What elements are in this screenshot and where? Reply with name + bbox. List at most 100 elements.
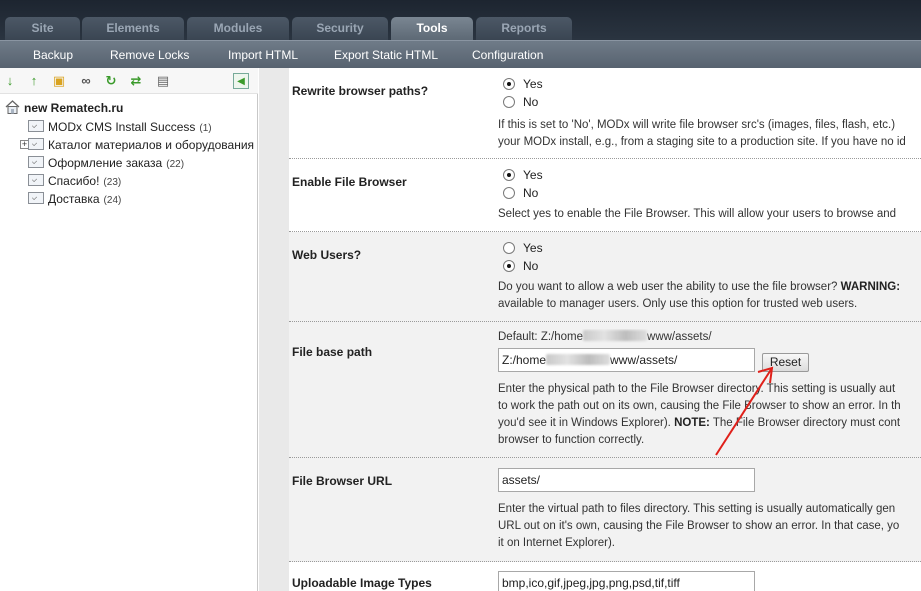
tab-reports[interactable]: Reports xyxy=(476,17,572,40)
tab-site[interactable]: Site xyxy=(5,17,80,40)
expand-tree-icon[interactable]: ↓ xyxy=(2,73,18,89)
setting-file-base-path: File base path Default: Z:/home www/asset… xyxy=(289,322,921,458)
tree-item-id: (22) xyxy=(166,159,185,170)
purge-icon[interactable]: ▤ xyxy=(155,73,171,89)
reset-button[interactable]: Reset xyxy=(762,353,809,372)
default-path-prefix: Default: Z:/home xyxy=(498,331,584,343)
tab-modules[interactable]: Modules xyxy=(187,17,289,40)
description-text: you'd see it in Windows Explorer). xyxy=(498,417,671,429)
setting-description: available to manager users. Only use thi… xyxy=(498,298,858,310)
setting-description: URL out on it's own, causing the File Br… xyxy=(498,520,900,532)
tab-tools[interactable]: Tools xyxy=(391,17,473,40)
tree-item-label: Каталог материалов и оборудования xyxy=(48,138,255,152)
redacted-blur xyxy=(546,354,611,365)
radio-webusers-no[interactable]: No xyxy=(503,258,538,274)
redacted-blur xyxy=(583,330,648,341)
site-tree-panel: ↓ ↑ ▣ ∞ ↻ ⇄ ▤ ◀ new Rematech.ru MODx CMS… xyxy=(0,68,258,591)
tree-root[interactable]: new Rematech.ru xyxy=(5,100,123,116)
setting-label: Enable File Browser xyxy=(292,175,407,189)
document-icon xyxy=(28,192,44,204)
tree-toolbar: ↓ ↑ ▣ ∞ ↻ ⇄ ▤ ◀ xyxy=(0,68,258,94)
input-value-suffix: www/assets/ xyxy=(610,353,678,367)
setting-enable-file-browser: Enable File Browser Yes No Select yes to… xyxy=(289,159,921,232)
radio-label: Yes xyxy=(523,77,543,91)
setting-label: Uploadable Image Types xyxy=(292,576,432,590)
tree-item-id: (23) xyxy=(103,177,122,188)
menu-backup[interactable]: Backup xyxy=(33,41,73,69)
radio-webusers-yes[interactable]: Yes xyxy=(503,240,543,256)
file-browser-url-input[interactable]: assets/ xyxy=(498,468,755,492)
radio-rewrite-no[interactable]: No xyxy=(503,94,538,110)
radio-label: No xyxy=(523,259,539,273)
menu-import-html[interactable]: Import HTML xyxy=(228,41,298,69)
setting-description: your MODx install, e.g., from a staging … xyxy=(498,136,906,148)
setting-description: Enter the virtual path to files director… xyxy=(498,503,896,515)
tree-item-id: (1) xyxy=(199,123,212,134)
tree-item-order[interactable]: Оформление заказа (22) xyxy=(28,155,184,171)
tree-item-delivery[interactable]: Доставка (24) xyxy=(28,191,121,207)
radio-label: No xyxy=(523,186,539,200)
tab-security[interactable]: Security xyxy=(292,17,388,40)
default-path-suffix: www/assets/ xyxy=(647,331,712,343)
new-folder-icon[interactable]: ▣ xyxy=(51,73,67,89)
menu-configuration[interactable]: Configuration xyxy=(472,41,543,69)
collapse-tree-icon[interactable]: ↑ xyxy=(26,73,42,89)
setting-file-browser-url: File Browser URL assets/ Enter the virtu… xyxy=(289,458,921,562)
radio-button[interactable] xyxy=(503,260,515,272)
document-icon xyxy=(28,174,44,186)
tree-root-label: new Rematech.ru xyxy=(24,101,124,115)
radio-button[interactable] xyxy=(503,169,515,181)
setting-description: Enter the physical path to the File Brow… xyxy=(498,383,896,395)
radio-rewrite-yes[interactable]: Yes xyxy=(503,76,543,92)
tree-item-label: Спасибо! xyxy=(48,174,100,188)
setting-web-users: Web Users? Yes No Do you want to allow a… xyxy=(289,232,921,322)
input-value-prefix: Z:/home xyxy=(502,353,547,367)
main-tabs-bar: Site Elements Modules Security Tools Rep… xyxy=(0,0,921,40)
configuration-panel: Rewrite browser paths? Yes No If this is… xyxy=(289,68,921,591)
site-root-icon xyxy=(5,100,20,114)
setting-label: Rewrite browser paths? xyxy=(292,84,429,98)
document-icon xyxy=(28,120,44,132)
document-icon xyxy=(28,156,44,168)
setting-description: browser to function correctly. xyxy=(498,434,645,446)
radio-label: Yes xyxy=(523,241,543,255)
radio-button[interactable] xyxy=(503,187,515,199)
radio-browser-yes[interactable]: Yes xyxy=(503,167,543,183)
setting-label: File Browser URL xyxy=(292,474,393,488)
setting-description: you'd see it in Windows Explorer). NOTE:… xyxy=(498,415,921,432)
menu-remove-locks[interactable]: Remove Locks xyxy=(110,41,189,69)
tree-item-thanks[interactable]: Спасибо! (23) xyxy=(28,173,121,189)
refresh-icon[interactable]: ↻ xyxy=(103,73,119,89)
setting-description: Select yes to enable the File Browser. T… xyxy=(498,208,897,220)
tree-item-label: MODx CMS Install Success xyxy=(48,120,196,134)
default-path-text: Default: Z:/home www/assets/ xyxy=(498,329,921,346)
tab-elements[interactable]: Elements xyxy=(82,17,184,40)
file-base-path-input[interactable]: Z:/home www/assets/ xyxy=(498,348,755,372)
setting-description: Do you want to allow a web user the abil… xyxy=(498,279,921,296)
new-weblink-icon[interactable]: ∞ xyxy=(78,73,94,89)
tree-item-catalog[interactable]: Каталог материалов и оборудования xyxy=(28,137,254,153)
setting-description: it on Internet Explorer). xyxy=(498,537,615,549)
setting-uploadable-image-types: Uploadable Image Types bmp,ico,gif,jpeg,… xyxy=(289,562,921,591)
radio-browser-no[interactable]: No xyxy=(503,185,538,201)
tree-item-label: Оформление заказа xyxy=(48,156,163,170)
radio-button[interactable] xyxy=(503,78,515,90)
image-types-input[interactable]: bmp,ico,gif,jpeg,jpg,png,psd,tif,tiff xyxy=(498,571,755,591)
tools-submenu: Backup Remove Locks Import HTML Export S… xyxy=(0,40,921,68)
sort-icon[interactable]: ⇄ xyxy=(128,73,144,89)
radio-button[interactable] xyxy=(503,242,515,254)
menu-export-static-html[interactable]: Export Static HTML xyxy=(334,41,438,69)
setting-description: If this is set to 'No', MODx will write … xyxy=(498,119,896,131)
radio-button[interactable] xyxy=(503,96,515,108)
radio-label: Yes xyxy=(523,168,543,182)
setting-label: File base path xyxy=(292,345,373,359)
setting-rewrite-paths: Rewrite browser paths? Yes No If this is… xyxy=(289,68,921,159)
description-text: Do you want to allow a web user the abil… xyxy=(498,281,838,293)
setting-description: to work the path out on its own, causing… xyxy=(498,400,901,412)
configuration-area: Rewrite browser paths? Yes No If this is… xyxy=(259,68,921,591)
hide-tree-icon[interactable]: ◀ xyxy=(233,73,249,89)
tree-item-install-success[interactable]: MODx CMS Install Success (1) xyxy=(28,119,212,135)
tree-item-label: Доставка xyxy=(48,192,100,206)
radio-label: No xyxy=(523,95,539,109)
folder-document-icon xyxy=(28,138,44,150)
